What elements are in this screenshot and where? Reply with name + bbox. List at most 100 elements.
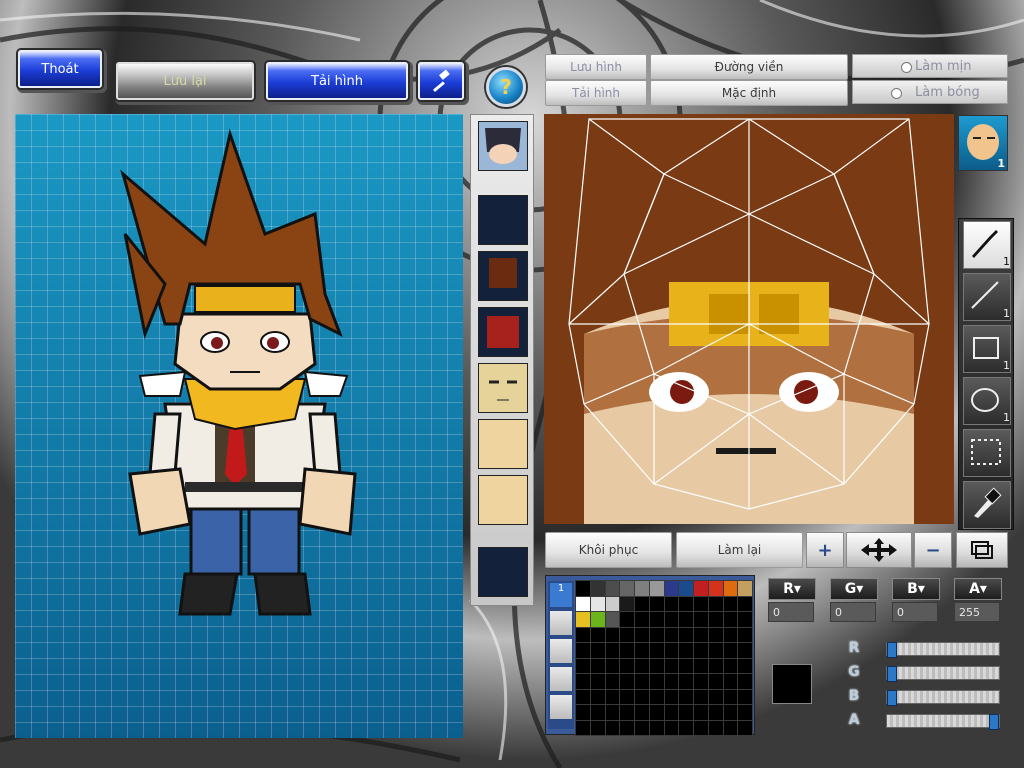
palette-cell[interactable] xyxy=(589,688,606,705)
alpha-slider-knob[interactable] xyxy=(989,714,999,730)
palette-tab-3[interactable] xyxy=(550,639,572,663)
palette-cell[interactable] xyxy=(648,626,665,643)
zoom-in-button[interactable]: + xyxy=(806,532,844,568)
palette-cell[interactable] xyxy=(604,688,621,705)
palette-cell[interactable] xyxy=(634,704,650,721)
palette-cell[interactable] xyxy=(707,673,724,690)
palette-cell[interactable] xyxy=(648,719,665,736)
eyedropper-tool[interactable] xyxy=(963,481,1011,529)
palette-cell[interactable] xyxy=(648,673,665,690)
palette-cell[interactable] xyxy=(648,657,665,674)
palette-cell[interactable] xyxy=(693,642,709,659)
palette-cell[interactable] xyxy=(634,673,650,690)
palette-cell[interactable] xyxy=(663,580,680,597)
palette-cell[interactable] xyxy=(589,673,606,690)
save-texture-button[interactable]: Lưu hình xyxy=(545,54,647,80)
palette-cell[interactable] xyxy=(678,611,694,628)
alpha-slider[interactable] xyxy=(886,714,1000,730)
palette-cell[interactable] xyxy=(678,673,694,690)
palette-cell[interactable] xyxy=(604,611,621,628)
palette-cell[interactable] xyxy=(619,642,635,659)
palette-cell[interactable] xyxy=(678,626,694,643)
palette-cell[interactable] xyxy=(634,719,650,736)
part-slot-face-3[interactable] xyxy=(478,475,528,525)
palette-cell[interactable] xyxy=(722,719,739,736)
palette-cell[interactable] xyxy=(678,719,694,736)
palette-cell[interactable] xyxy=(678,642,694,659)
palette-cell[interactable] xyxy=(722,611,739,628)
green-value[interactable]: 0 xyxy=(830,602,876,622)
palette-cell[interactable] xyxy=(619,657,635,674)
preview-face-thumbnail[interactable]: 1 xyxy=(958,115,1008,171)
palette-cell[interactable] xyxy=(737,673,753,690)
palette-cell[interactable] xyxy=(693,595,709,612)
palette-cell[interactable] xyxy=(663,719,680,736)
palette-cell[interactable] xyxy=(604,657,621,674)
palette-cell[interactable] xyxy=(707,657,724,674)
palette-cell[interactable] xyxy=(575,688,591,705)
load-texture-button[interactable]: Tải hình xyxy=(545,80,647,106)
palette-cell[interactable] xyxy=(575,626,591,643)
palette-cell[interactable] xyxy=(634,657,650,674)
palette-cell[interactable] xyxy=(722,688,739,705)
palette-tab-4[interactable] xyxy=(550,667,572,691)
palette-cell[interactable] xyxy=(707,611,724,628)
part-slot-hair[interactable] xyxy=(478,121,528,171)
palette-cell[interactable] xyxy=(663,595,680,612)
palette-cell[interactable] xyxy=(634,595,650,612)
palette-cell[interactable] xyxy=(604,626,621,643)
palette-cell[interactable] xyxy=(634,642,650,659)
alpha-value[interactable]: 255 xyxy=(954,602,1000,622)
palette-cell[interactable] xyxy=(589,657,606,674)
blue-slider-knob[interactable] xyxy=(887,690,897,706)
part-slot-face-2[interactable] xyxy=(478,419,528,469)
blue-value[interactable]: 0 xyxy=(892,602,938,622)
palette-cell[interactable] xyxy=(575,595,591,612)
palette-cell[interactable] xyxy=(648,580,665,597)
palette-cell[interactable] xyxy=(634,580,650,597)
palette-cell[interactable] xyxy=(707,626,724,643)
palette-cell[interactable] xyxy=(693,626,709,643)
palette-cell[interactable] xyxy=(619,595,635,612)
smooth-radio[interactable]: Làm mịn xyxy=(852,54,1008,78)
alpha-channel-header[interactable]: A ▾ xyxy=(954,578,1002,600)
exit-button[interactable]: Thoát xyxy=(18,50,102,88)
shine-radio[interactable]: Làm bóng xyxy=(852,80,1008,104)
palette-cell[interactable] xyxy=(707,704,724,721)
red-channel-header[interactable]: R ▾ xyxy=(768,578,816,600)
save-button[interactable]: Lưu lại xyxy=(116,62,254,100)
palette-cell[interactable] xyxy=(619,704,635,721)
palette-cell[interactable] xyxy=(634,626,650,643)
palette-cell[interactable] xyxy=(678,580,694,597)
palette-cell[interactable] xyxy=(575,611,591,628)
default-button[interactable]: Mặc định xyxy=(650,80,848,106)
palette-cell[interactable] xyxy=(663,626,680,643)
palette-cell[interactable] xyxy=(663,657,680,674)
palette-cell[interactable] xyxy=(604,580,621,597)
palette-cell[interactable] xyxy=(663,688,680,705)
palette-cell[interactable] xyxy=(663,673,680,690)
palette-tab-5[interactable] xyxy=(550,695,572,719)
move-button[interactable] xyxy=(846,532,912,568)
palette-cell[interactable] xyxy=(663,704,680,721)
palette-cell[interactable] xyxy=(619,626,635,643)
palette-cell[interactable] xyxy=(575,673,591,690)
palette-cell[interactable] xyxy=(575,642,591,659)
red-value[interactable]: 0 xyxy=(768,602,814,622)
palette-cell[interactable] xyxy=(707,719,724,736)
part-slot-empty-2[interactable] xyxy=(478,547,528,597)
outline-button[interactable]: Đường viền xyxy=(650,54,848,80)
palette-cell[interactable] xyxy=(575,580,591,597)
palette-cell[interactable] xyxy=(693,611,709,628)
redo-button[interactable]: Làm lại xyxy=(676,532,803,568)
palette-cell[interactable] xyxy=(693,657,709,674)
palette-cell[interactable] xyxy=(648,704,665,721)
line-tool[interactable]: 1 xyxy=(963,273,1011,321)
red-slider[interactable] xyxy=(886,642,1000,658)
palette-cell[interactable] xyxy=(619,580,635,597)
palette-cell[interactable] xyxy=(707,595,724,612)
palette-cell[interactable] xyxy=(634,611,650,628)
palette-cell[interactable] xyxy=(693,673,709,690)
palette-cell[interactable] xyxy=(648,642,665,659)
palette-cell[interactable] xyxy=(589,611,606,628)
